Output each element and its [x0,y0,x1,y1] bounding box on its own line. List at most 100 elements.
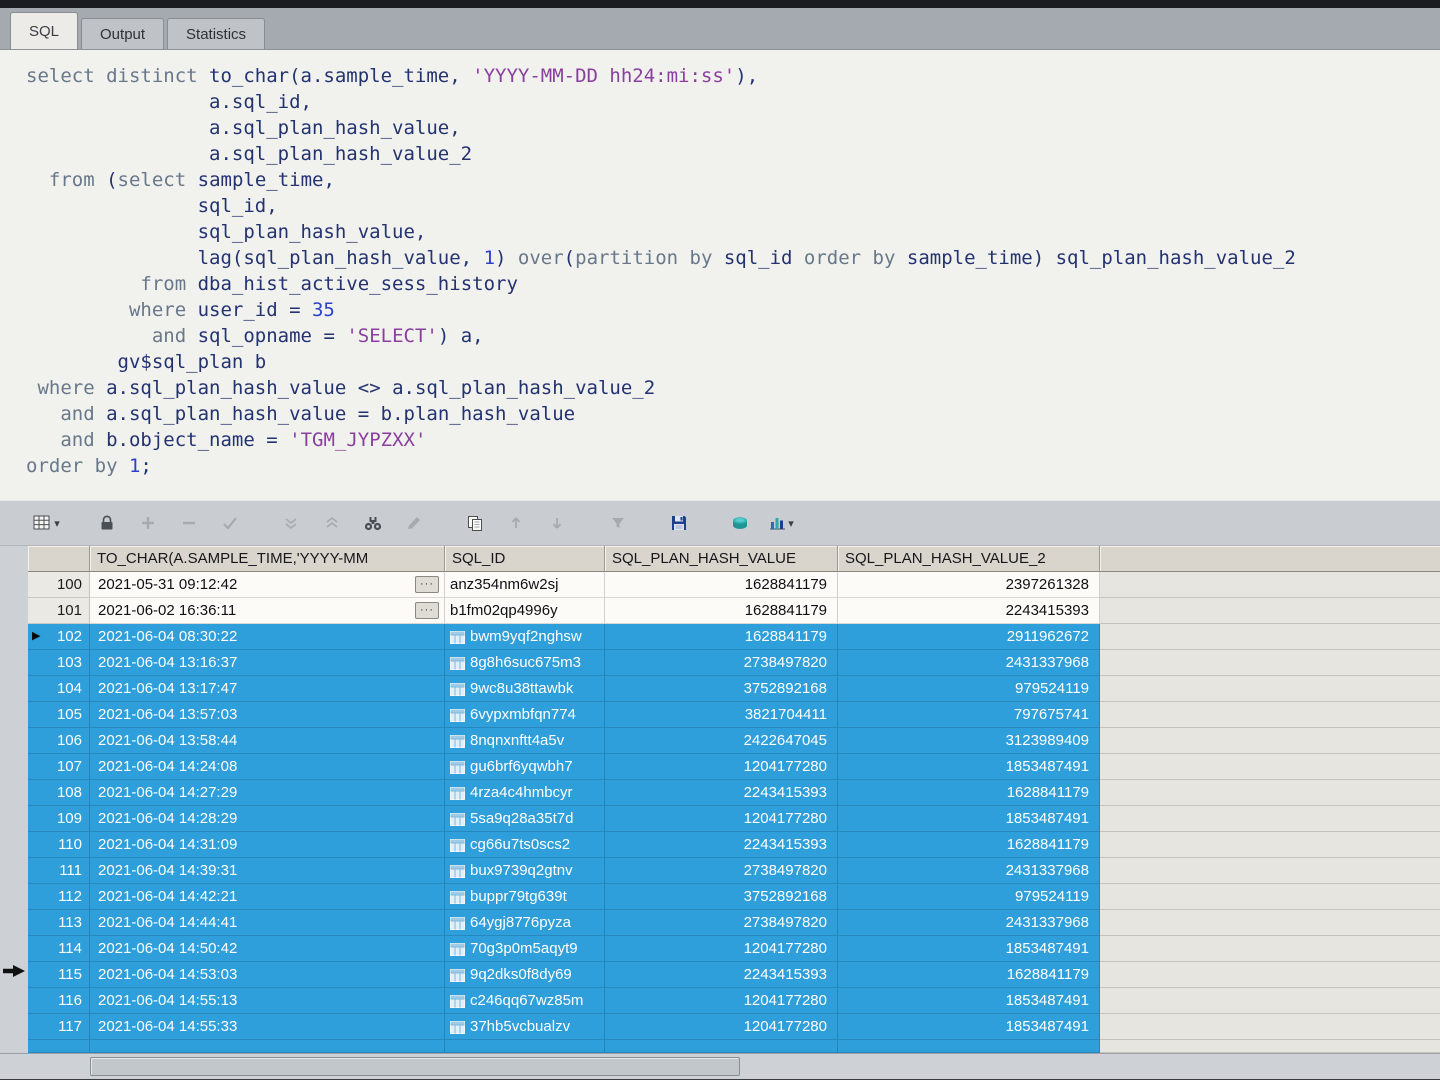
tab-statistics[interactable]: Statistics [167,18,266,49]
cell-sample-time[interactable]: 2021-06-04 14:50:42 [90,936,445,962]
cell-sql-id[interactable]: c246qq67wz85m [445,988,605,1014]
cell-sql-id[interactable]: 37hb5vcbualzv [445,1014,605,1040]
refresh-icon[interactable] [316,506,348,540]
cell-plan-hash-value[interactable]: 2243415393 [605,962,838,988]
table-row[interactable]: 100 2021-05-31 09:12:42 ··· anz354nm6w2sj 16… [28,572,1440,598]
cell-sample-time[interactable]: 2021-06-04 14:31:09 [90,832,445,858]
cell-sample-time[interactable]: 2021-06-04 14:55:13 [90,988,445,1014]
cell-sql-id[interactable]: buppr79tg639t [445,884,605,910]
cell-plan-hash-value[interactable]: 1204177280 [605,988,838,1014]
table-row[interactable]: 115 2021-06-04 14:53:03 9q2dks0f8dy69 22434… [28,962,1440,988]
cell-sample-time[interactable]: 2021-06-04 14:27:29 [90,780,445,806]
scrollbar-thumb[interactable] [90,1057,740,1076]
cell-detail-icon[interactable] [450,734,465,748]
cell-detail-icon[interactable] [450,682,465,696]
cell-sample-time[interactable]: 2021-06-04 08:30:22 [90,624,445,650]
cell-sql-id[interactable]: cg66u7ts0scs2 [445,832,605,858]
cell-detail-icon[interactable] [450,630,465,644]
table-row[interactable]: 101 2021-06-02 16:36:11 ··· b1fm02qp4996y 16… [28,598,1440,624]
table-row[interactable]: 113 2021-06-04 14:44:41 64ygj8776pyza 27384… [28,910,1440,936]
cell-plan-hash-value[interactable]: 3821704411 [605,702,838,728]
cell-plan-hash-value-2[interactable]: 979524119 [838,676,1100,702]
table-row[interactable]: 106 2021-06-04 13:58:44 8nqnxnftt4a5v 24226… [28,728,1440,754]
cell-sample-time[interactable]: 2021-06-04 14:44:41 [90,910,445,936]
cell-sql-id[interactable]: b1fm02qp4996y [445,598,605,624]
cell-plan-hash-value-2[interactable]: 1853487491 [838,988,1100,1014]
cell-sql-id[interactable]: 6vypxmbfqn774 [445,702,605,728]
cell-plan-hash-value-2[interactable]: 1628841179 [838,780,1100,806]
cell-sample-time[interactable]: 2021-06-04 14:24:08 [90,754,445,780]
cell-sql-id[interactable]: bux9739q2gtnv [445,858,605,884]
cell-plan-hash-value-2[interactable]: 2911962672 [838,624,1100,650]
copy-icon[interactable] [459,506,491,540]
cell-sql-id[interactable]: 5sa9q28a35t7d [445,806,605,832]
table-row[interactable]: 104 2021-06-04 13:17:47 9wc8u38ttawbk 37528… [28,676,1440,702]
cell-sql-id[interactable]: 64ygj8776pyza [445,910,605,936]
table-row[interactable]: 108 2021-06-04 14:27:29 4rza4c4hmbcyr 22434… [28,780,1440,806]
revert-icon[interactable] [275,506,307,540]
column-header-0[interactable]: TO_CHAR(A.SAMPLE_TIME,'YYYY-MM [90,546,445,572]
cell-plan-hash-value[interactable]: 2243415393 [605,780,838,806]
cell-plan-hash-value-2[interactable]: 797675741 [838,702,1100,728]
cell-plan-hash-value-2[interactable]: 1628841179 [838,962,1100,988]
column-header-2[interactable]: SQL_PLAN_HASH_VALUE [605,546,838,572]
cell-sample-time[interactable]: 2021-06-04 13:16:37 [90,650,445,676]
table-row[interactable]: 111 2021-06-04 14:39:31 bux9739q2gtnv 27384… [28,858,1440,884]
table-row[interactable]: 103 2021-06-04 13:16:37 8g8h6suc675m3 27384… [28,650,1440,676]
cell-plan-hash-value[interactable]: 2738497820 [605,910,838,936]
cell-plan-hash-value[interactable]: 2738497820 [605,858,838,884]
post-changes-icon[interactable] [214,506,246,540]
cell-sample-time[interactable]: 2021-06-04 14:39:31 [90,858,445,884]
insert-row-icon[interactable] [132,506,164,540]
table-row[interactable]: 112 2021-06-04 14:42:21 buppr79tg639t 37528… [28,884,1440,910]
cell-sql-id[interactable]: gu6brf6yqwbh7 [445,754,605,780]
sql-editor[interactable]: select distinct to_char(a.sample_time, '… [0,50,1440,500]
cell-detail-icon[interactable] [450,760,465,774]
cell-sql-id[interactable]: 9q2dks0f8dy69 [445,962,605,988]
table-row[interactable]: 109 2021-06-04 14:28:29 5sa9q28a35t7d 12041… [28,806,1440,832]
cell-detail-icon[interactable] [450,968,465,982]
cell-detail-icon[interactable] [450,916,465,930]
filter-icon[interactable] [602,506,634,540]
cell-plan-hash-value[interactable]: 1204177280 [605,754,838,780]
cell-sample-time[interactable]: 2021-06-04 14:42:21 [90,884,445,910]
lock-icon[interactable] [91,506,123,540]
cell-plan-hash-value[interactable]: 1628841179 [605,624,838,650]
cell-sample-time[interactable]: 2021-06-04 13:17:47 [90,676,445,702]
table-row[interactable]: 116 2021-06-04 14:55:13 c246qq67wz85m 12041… [28,988,1440,1014]
cell-detail-icon[interactable] [450,656,465,670]
table-row[interactable]: 102 ▶ 2021-06-04 08:30:22 bwm9yqf2nghsw 1628… [28,624,1440,650]
cell-plan-hash-value-2[interactable]: 2397261328 [838,572,1100,598]
cell-sql-id[interactable]: bwm9yqf2nghsw [445,624,605,650]
cell-detail-icon[interactable] [450,890,465,904]
column-header-1[interactable]: SQL_ID [445,546,605,572]
cell-detail-icon[interactable] [450,1020,465,1034]
export-icon[interactable] [724,506,756,540]
cell-detail-icon[interactable] [450,994,465,1008]
delete-row-icon[interactable] [173,506,205,540]
cell-plan-hash-value-2[interactable]: 2431337968 [838,858,1100,884]
sort-desc-icon[interactable] [541,506,573,540]
table-row[interactable]: 107 2021-06-04 14:24:08 gu6brf6yqwbh7 12041… [28,754,1440,780]
cell-sql-id[interactable]: anz354nm6w2sj [445,572,605,598]
table-row[interactable]: 117 2021-06-04 14:55:33 37hb5vcbualzv 12041… [28,1014,1440,1040]
cell-plan-hash-value[interactable]: 1628841179 [605,572,838,598]
cell-plan-hash-value[interactable]: 2422647045 [605,728,838,754]
table-row[interactable]: 110 2021-06-04 14:31:09 cg66u7ts0scs2 22434… [28,832,1440,858]
cell-plan-hash-value-2[interactable]: 2431337968 [838,910,1100,936]
sort-asc-icon[interactable] [500,506,532,540]
table-row[interactable]: 105 2021-06-04 13:57:03 6vypxmbfqn774 38217… [28,702,1440,728]
cell-plan-hash-value-2[interactable]: 1853487491 [838,1014,1100,1040]
cell-plan-hash-value[interactable]: 2243415393 [605,832,838,858]
cell-plan-hash-value[interactable]: 1628841179 [605,598,838,624]
cell-detail-icon[interactable] [450,786,465,800]
cell-plan-hash-value[interactable]: 1204177280 [605,806,838,832]
cell-plan-hash-value[interactable]: 1204177280 [605,1014,838,1040]
tab-sql[interactable]: SQL [10,12,79,49]
cell-detail-icon[interactable] [450,864,465,878]
cell-plan-hash-value-2[interactable]: 1853487491 [838,754,1100,780]
cell-sample-time[interactable]: 2021-06-02 16:36:11 ··· [90,598,445,624]
cell-sql-id[interactable]: 8nqnxnftt4a5v [445,728,605,754]
tab-output[interactable]: Output [81,18,165,49]
cell-sample-time[interactable]: 2021-06-04 13:58:44 [90,728,445,754]
